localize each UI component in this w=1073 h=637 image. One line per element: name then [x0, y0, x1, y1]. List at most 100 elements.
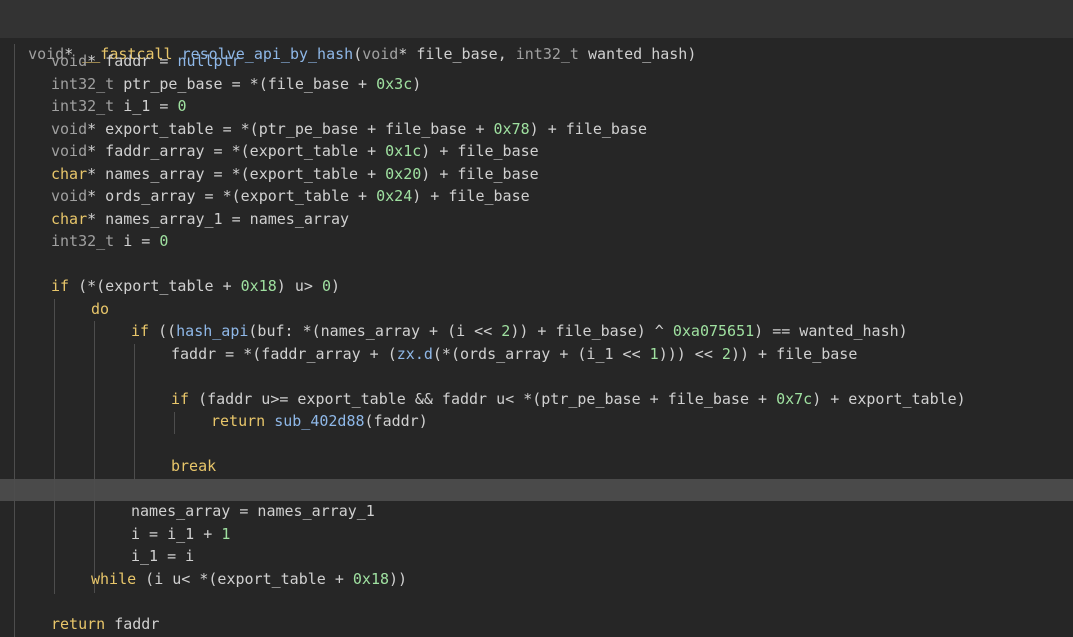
code-line[interactable]: do [91, 298, 1073, 321]
indent-guide [94, 321, 95, 593]
code-token: )) + file_base [730, 344, 858, 363]
code-token: if [131, 322, 150, 340]
code-line[interactable]: char* names_array_1 = names_array [51, 208, 1073, 231]
code-token: hash_api [176, 322, 249, 340]
code-line[interactable]: if (*(export_table + 0x18) u> 0) [51, 275, 1073, 298]
code-line[interactable]: void* faddr_array = *(export_table + 0x1… [51, 140, 1073, 163]
code-line[interactable]: return sub_402d88(faddr) [211, 410, 1073, 433]
code-token: 1 [649, 344, 659, 363]
code-token: i = [114, 232, 160, 250]
code-line[interactable]: int32_t i = 0 [51, 230, 1073, 253]
code-token: 2 [501, 322, 511, 340]
code-line[interactable]: faddr = *(faddr_array + (zx.d(*(ords_arr… [171, 343, 1073, 366]
code-line[interactable]: i = i_1 + 1 [131, 523, 1073, 546]
code-token: )) + file_base) ^ [510, 322, 673, 340]
code-token: return [51, 614, 106, 633]
code-line[interactable] [51, 590, 1073, 613]
code-token: (faddr) [364, 412, 428, 430]
code-line[interactable]: if (faddr u>= export_table && faddr u< *… [171, 388, 1073, 411]
code-token: nullptr [177, 52, 241, 70]
code-token: 0x18 [240, 277, 277, 295]
code-token: 0xa075651 [672, 322, 755, 340]
code-token: 0x1c [385, 142, 422, 160]
code-token: 0x7c [776, 389, 813, 408]
code-token: * export_table = *(ptr_pe_base + file_ba… [87, 119, 494, 138]
code-token: (faddr u>= export_table && faddr u< *(pt… [189, 389, 777, 408]
code-token: int32_t [51, 232, 115, 250]
code-token: )) [389, 569, 408, 588]
code-line[interactable]: if ((hash_api(buf: *(names_array + (i <<… [131, 320, 1073, 343]
code-token: ) == wanted_hash) [754, 322, 908, 340]
code-token: 0 [177, 97, 187, 115]
code-line[interactable]: void* export_table = *(ptr_pe_base + fil… [51, 118, 1073, 141]
code-token: * faddr = [87, 52, 178, 70]
code-token: ) [330, 277, 340, 295]
code-token: sub_402d88 [274, 412, 365, 430]
code-token: i_1 = [114, 97, 178, 115]
code-token: (buf: *(names_array + (i << [248, 322, 502, 340]
code-token: * names_array_1 = names_array [87, 209, 350, 228]
code-line[interactable] [51, 253, 1073, 276]
code-token: * ords_array = *(export_table + [87, 187, 377, 205]
code-token: do [91, 299, 110, 318]
code-line[interactable]: i_1 = i [131, 545, 1073, 568]
code-token: if [51, 277, 70, 295]
indent-guide [174, 412, 175, 434]
code-token: (i u< *(export_table + [136, 569, 353, 588]
code-token: 1 [221, 524, 231, 543]
code-token: 0 [321, 277, 331, 295]
code-line[interactable]: names_array = names_array_1 [131, 500, 1073, 523]
code-token: * names_array = *(export_table + [87, 164, 386, 183]
code-token: 0x3c [376, 74, 413, 93]
indent-guide [134, 344, 135, 480]
code-token: int32_t [51, 74, 115, 93]
code-token: void [51, 52, 88, 70]
code-token: int32_t [51, 97, 115, 115]
indent-guide [14, 44, 15, 637]
code-token: ) + file_base [421, 164, 539, 183]
code-line[interactable]: void* ords_array = *(export_table + 0x24… [51, 185, 1073, 208]
code-line[interactable]: void* faddr = nullptr [51, 50, 1073, 73]
code-token: char [51, 209, 88, 228]
code-line[interactable]: int32_t i_1 = 0 [51, 95, 1073, 118]
code-line[interactable]: return faddr [51, 613, 1073, 636]
code-token: faddr [105, 614, 160, 633]
code-line[interactable]: break [171, 455, 1073, 478]
code-token: names_array = names_array_1 [131, 502, 375, 520]
code-token: 0x18 [352, 569, 390, 588]
code-token: while [91, 569, 137, 588]
code-line[interactable]: char* names_array = *(export_table + 0x2… [51, 163, 1073, 186]
code-token: (*(export_table + [69, 277, 241, 295]
code-token: char [51, 164, 88, 183]
code-line[interactable]: int32_t ptr_pe_base = *(file_base + 0x3c… [51, 73, 1073, 96]
code-token: (( [149, 322, 177, 340]
code-token: * faddr_array = *(export_table + [87, 142, 386, 160]
function-signature-header: void* __fastcall resolve_api_by_hash(voi… [0, 0, 1073, 63]
code-token: 0x78 [493, 119, 530, 138]
code-token: zx.d [396, 344, 433, 363]
code-token: void [51, 142, 88, 160]
code-token: ) u> [276, 277, 322, 295]
code-token: 2 [721, 344, 731, 363]
code-view[interactable]: void* faddr = nullptr int32_t ptr_pe_base… [0, 38, 1073, 637]
code-token: 0x20 [385, 164, 422, 183]
code-token: 0x24 [376, 187, 413, 205]
code-token: break [171, 457, 217, 475]
code-token: 0 [159, 232, 169, 250]
code-token: ))) << [658, 344, 722, 363]
code-line[interactable] [171, 433, 1073, 456]
code-token: ) + file_base [412, 187, 530, 205]
code-token: void [51, 187, 88, 205]
code-token: faddr = *(faddr_array + ( [171, 344, 397, 363]
code-line[interactable] [171, 365, 1073, 388]
code-line[interactable] [131, 478, 1073, 501]
code-token: if [171, 389, 190, 408]
code-token: ) + export_table) [812, 389, 966, 408]
code-token: ) + file_base [421, 142, 539, 160]
code-token: ) [412, 74, 422, 93]
code-token: ) + file_base [529, 119, 648, 138]
code-line[interactable]: while (i u< *(export_table + 0x18)) [91, 568, 1073, 591]
code-token: i_1 = i [131, 547, 195, 565]
code-token: (*(ords_array + (i_1 << [432, 344, 650, 363]
code-token: return [211, 412, 266, 430]
